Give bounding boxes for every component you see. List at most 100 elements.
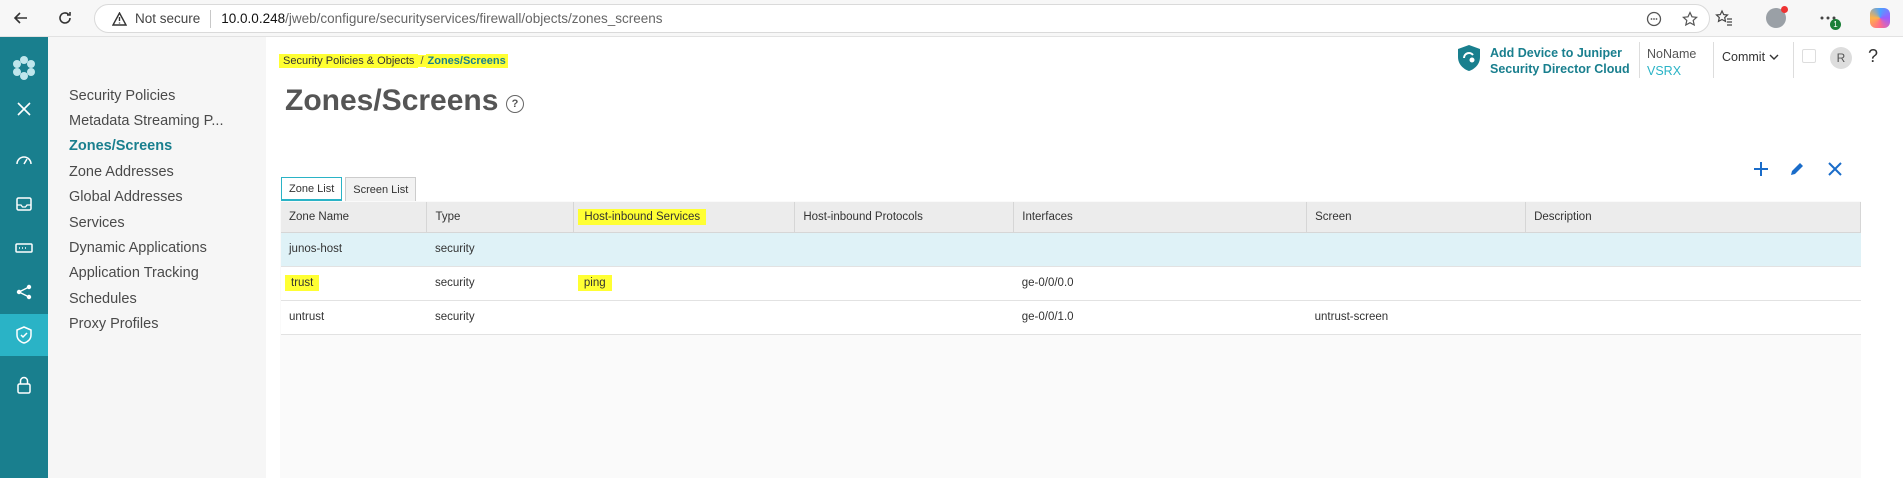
dashboard-icon[interactable]	[0, 139, 48, 181]
url-path[interactable]: /jweb/configure/securityservices/firewal…	[285, 11, 662, 26]
tab-screen-list[interactable]: Screen List	[345, 177, 417, 201]
favorite-star-icon[interactable]	[1679, 8, 1701, 30]
cell-host-inbound-services	[573, 300, 795, 335]
cell-zone-name: junos-host	[281, 232, 427, 267]
zones-table: Zone Name Type Host-inbound Services Hos…	[281, 202, 1861, 335]
column-header-type[interactable]: Type	[426, 202, 575, 233]
warning-icon[interactable]	[111, 11, 127, 27]
header-divider	[1713, 42, 1714, 78]
device-info: NoName VSRX	[1647, 46, 1696, 80]
lock-icon[interactable]	[0, 364, 48, 406]
commit-label: Commit	[1722, 50, 1766, 64]
juniper-logo-icon[interactable]	[0, 47, 48, 89]
copilot-icon[interactable]	[1867, 5, 1893, 31]
cell-interfaces: ge-0/0/1.0	[1013, 300, 1307, 335]
browser-toolbar: Not secure 10.0.0.248 /jweb/configure/se…	[0, 0, 1903, 37]
cell-description	[1525, 300, 1861, 335]
favorites-icon[interactable]	[1711, 5, 1737, 31]
jsdc-shield-icon	[1456, 44, 1482, 77]
cell-host-inbound-protocols	[794, 232, 1014, 267]
security-shield-icon[interactable]	[0, 314, 48, 356]
cell-interfaces	[1013, 232, 1307, 267]
tab-zone-list[interactable]: Zone List	[281, 177, 343, 201]
reload-icon[interactable]	[52, 5, 78, 31]
column-header-interfaces[interactable]: Interfaces	[1013, 202, 1308, 233]
cell-screen: untrust-screen	[1306, 300, 1526, 335]
help-question-icon[interactable]: ?	[1868, 46, 1878, 67]
cell-description	[1525, 266, 1861, 301]
breadcrumb-separator: /	[418, 54, 426, 67]
cell-type: security	[426, 300, 574, 335]
cell-host-inbound-services	[573, 232, 795, 267]
cell-type: security	[426, 266, 574, 301]
tab-bar: Zone List Screen List	[281, 177, 417, 201]
add-device-jsdc-link[interactable]: Add Device to Juniper Security Director …	[1456, 44, 1630, 77]
security-subnav: Security Policies Metadata Streaming P..…	[48, 37, 266, 478]
cell-screen	[1306, 266, 1526, 301]
subnav-item-zones-screens[interactable]: Zones/Screens	[69, 138, 172, 154]
jsdc-line1: Add Device to Juniper	[1490, 45, 1622, 60]
highlighted-cell-text: ping	[577, 275, 612, 291]
url-host[interactable]: 10.0.0.248	[221, 11, 285, 26]
address-bar[interactable]: Not secure 10.0.0.248 /jweb/configure/se…	[94, 4, 1710, 33]
extensions-menu-icon[interactable]: 1	[1815, 5, 1841, 31]
cell-type: security	[426, 232, 574, 267]
header-divider	[1793, 42, 1794, 78]
left-rail	[0, 37, 48, 478]
device-name: NoName	[1647, 47, 1697, 61]
breadcrumb-parent-link[interactable]: Security Policies & Objects	[279, 53, 419, 68]
cell-description	[1525, 232, 1861, 267]
not-secure-label[interactable]: Not secure	[135, 11, 200, 26]
device-model: VSRX	[1647, 64, 1682, 78]
user-avatar[interactable]: R	[1830, 47, 1852, 69]
profile-avatar-icon[interactable]	[1763, 5, 1789, 31]
breadcrumb: Security Policies & Objects / Zones/Scre…	[279, 52, 508, 69]
cell-screen	[1306, 232, 1526, 267]
subnav-item-schedules[interactable]: Schedules	[69, 291, 137, 307]
read-aloud-icon[interactable]	[1643, 8, 1665, 30]
table-header-row: Zone Name Type Host-inbound Services Hos…	[281, 202, 1861, 233]
column-header-screen[interactable]: Screen	[1306, 202, 1527, 233]
highlighted-header-text: Host-inbound Services	[578, 208, 707, 225]
cell-zone-name: untrust	[281, 300, 427, 335]
subnav-item-application-tracking[interactable]: Application Tracking	[69, 265, 199, 281]
table-row[interactable]: junos-host security	[281, 232, 1861, 267]
network-icon[interactable]	[0, 271, 48, 313]
page-title: Zones/Screens	[285, 84, 499, 117]
cell-host-inbound-protocols	[794, 300, 1014, 335]
cell-zone-name: trust	[281, 266, 427, 301]
table-row[interactable]: untrust security ge-0/0/1.0 untrust-scre…	[281, 300, 1861, 335]
column-header-zone-name[interactable]: Zone Name	[281, 202, 428, 233]
breadcrumb-current: Zones/Screens	[425, 53, 508, 68]
subnav-item-metadata-streaming[interactable]: Metadata Streaming P...	[69, 113, 224, 129]
help-icon[interactable]: ?	[506, 95, 524, 113]
notification-icon[interactable]	[1802, 49, 1816, 63]
chevron-down-icon	[1769, 50, 1779, 64]
subnav-item-security-policies[interactable]: Security Policies	[69, 88, 175, 104]
subnav-item-zone-addresses[interactable]: Zone Addresses	[69, 164, 174, 180]
device-icon[interactable]	[0, 227, 48, 269]
column-header-description[interactable]: Description	[1525, 202, 1861, 233]
delete-icon[interactable]	[1824, 158, 1846, 180]
address-separator	[210, 9, 212, 28]
subnav-item-global-addresses[interactable]: Global Addresses	[69, 189, 183, 205]
monitor-icon[interactable]	[0, 183, 48, 225]
extension-badge: 1	[1830, 19, 1841, 30]
cell-interfaces: ge-0/0/0.0	[1013, 266, 1307, 301]
commit-dropdown[interactable]: Commit	[1722, 50, 1779, 64]
jsdc-line2: Security Director Cloud	[1490, 61, 1630, 76]
subnav-item-services[interactable]: Services	[69, 215, 125, 231]
highlighted-cell-text: trust	[285, 275, 320, 291]
edit-icon[interactable]	[1786, 158, 1808, 180]
back-arrow-icon[interactable]	[8, 5, 34, 31]
cell-host-inbound-services: ping	[573, 266, 795, 301]
column-header-host-inbound-services[interactable]: Host-inbound Services	[573, 202, 796, 233]
help-icon-glyph: ?	[511, 98, 519, 110]
close-icon[interactable]	[0, 88, 48, 130]
table-row[interactable]: trust security ping ge-0/0/0.0	[281, 266, 1861, 301]
subnav-item-dynamic-applications[interactable]: Dynamic Applications	[69, 240, 207, 256]
add-icon[interactable]	[1750, 158, 1772, 180]
column-header-host-inbound-protocols[interactable]: Host-inbound Protocols	[794, 202, 1015, 233]
header-divider	[1639, 42, 1640, 78]
subnav-item-proxy-profiles[interactable]: Proxy Profiles	[69, 316, 158, 332]
